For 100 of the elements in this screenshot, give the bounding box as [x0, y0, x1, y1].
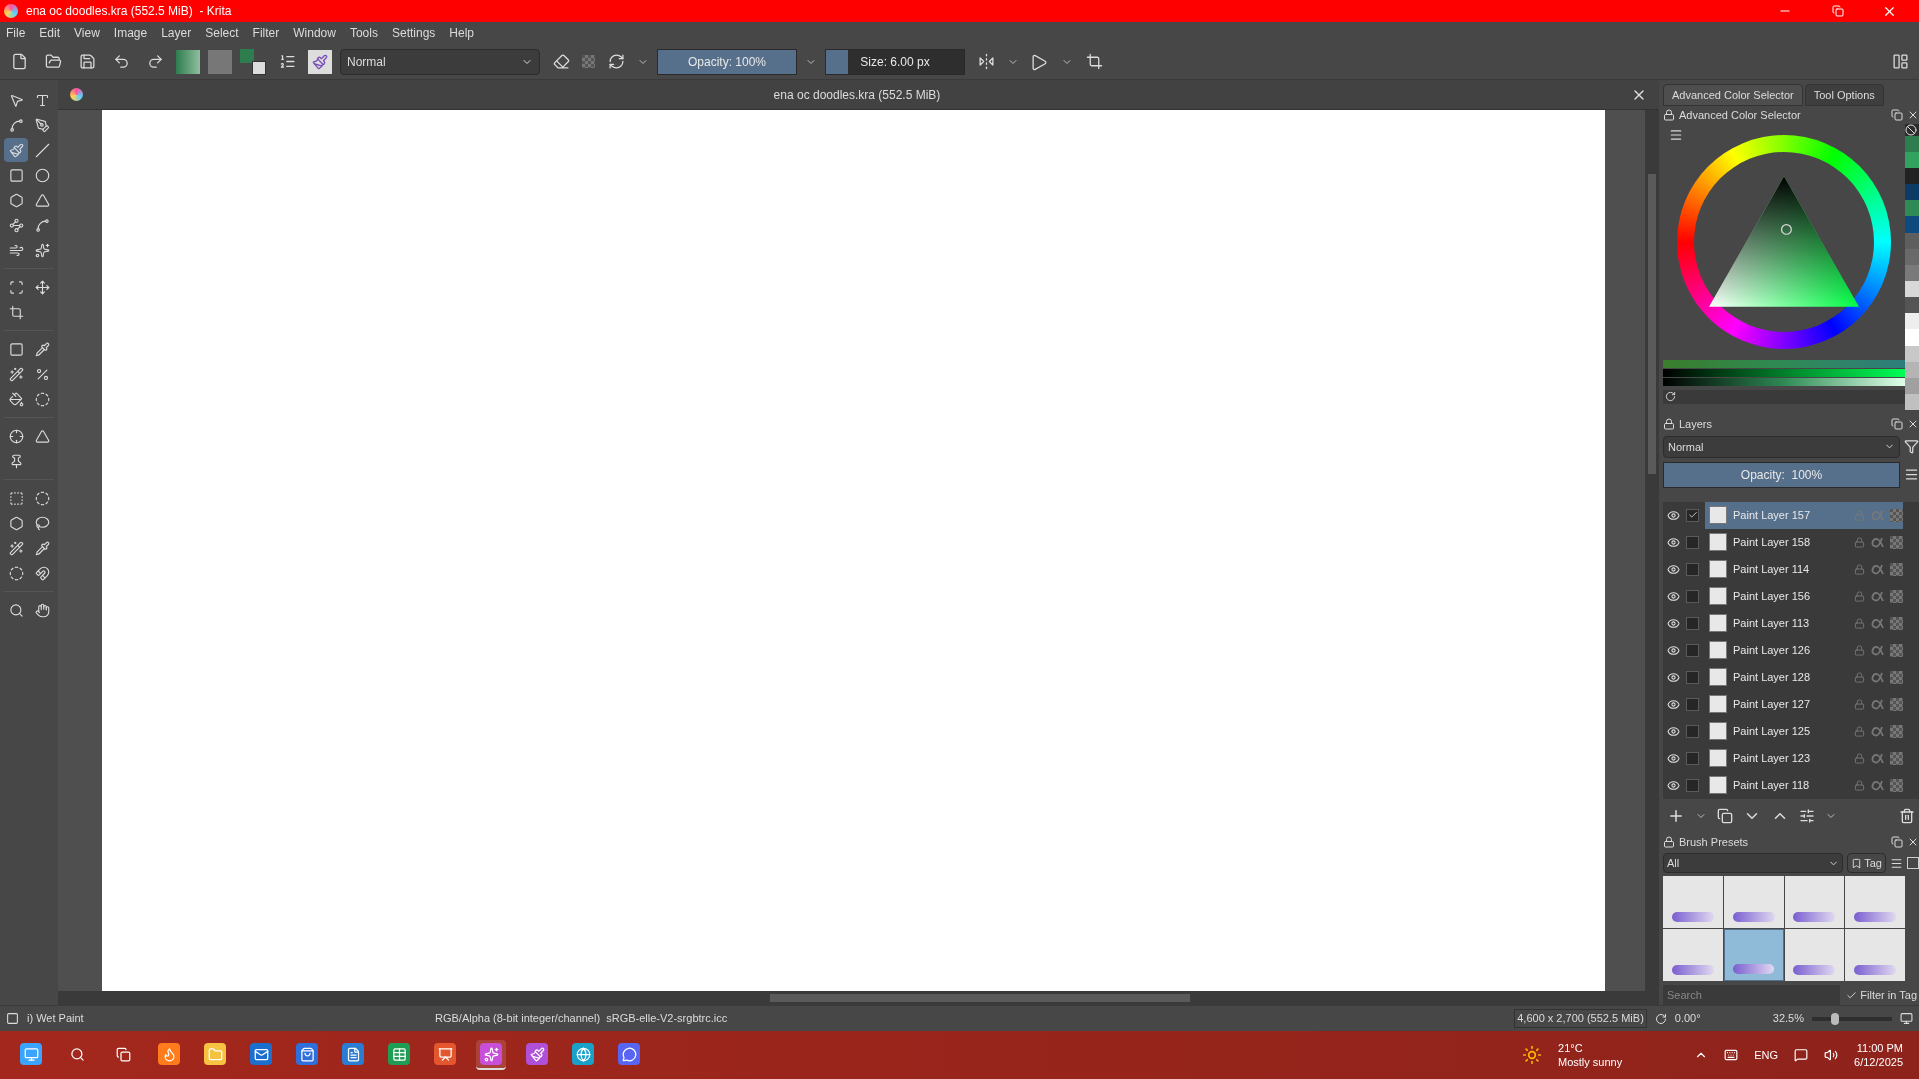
settings-icon[interactable]	[1669, 127, 1683, 142]
layer-checkbox[interactable]	[1686, 562, 1699, 576]
docker-tab[interactable]: Advanced Color Selector	[1663, 84, 1803, 106]
color-swatch[interactable]	[1905, 200, 1919, 217]
clock-date[interactable]: 6/12/2025	[1854, 1055, 1903, 1069]
color-swatch[interactable]	[1905, 216, 1919, 233]
checker-icon[interactable]	[1890, 724, 1903, 738]
filter-in-tag-checkbox[interactable]: Filter in Tag	[1846, 986, 1919, 1004]
brush-preset-thumbnail[interactable]	[1784, 876, 1845, 928]
menu-icon[interactable]	[1890, 856, 1903, 870]
checker-icon[interactable]	[1890, 562, 1903, 576]
lock-icon[interactable]	[1663, 108, 1675, 121]
language-text[interactable]: ENG	[1754, 1046, 1779, 1064]
alpha-lock-icon[interactable]	[1871, 617, 1884, 629]
eye-icon[interactable]	[1667, 562, 1680, 576]
checker-icon[interactable]	[1890, 751, 1903, 765]
opacity-slider[interactable]: Opacity: 100%	[1663, 461, 1900, 488]
eye-icon[interactable]	[1667, 508, 1680, 522]
menu-item[interactable]: Image	[113, 24, 148, 42]
brush-preset-thumbnail[interactable]	[1723, 876, 1784, 928]
alpha-lock-icon[interactable]	[1871, 698, 1884, 710]
gradient-swatch[interactable]	[176, 49, 200, 74]
layer-checkbox[interactable]	[1686, 724, 1699, 738]
color-swatch[interactable]	[1905, 313, 1919, 330]
layer-row[interactable]: Paint Layer 123	[1663, 744, 1919, 772]
search-field[interactable]: Search	[1663, 985, 1841, 1005]
eye-icon[interactable]	[1667, 643, 1680, 657]
layer-row[interactable]: Paint Layer 114	[1663, 555, 1919, 583]
eye-icon[interactable]	[1667, 670, 1680, 684]
clock-time[interactable]: 11:00 PM	[1856, 1041, 1903, 1055]
color-swatch[interactable]	[1905, 168, 1919, 185]
menu-item[interactable]: Filter	[252, 24, 280, 42]
menu-item[interactable]: Help	[449, 24, 474, 42]
layer-checkbox[interactable]	[1686, 697, 1699, 711]
brush-preset-thumbnail[interactable]	[1663, 929, 1723, 981]
layer-row[interactable]: Paint Layer 125	[1663, 717, 1919, 745]
alpha-lock-icon[interactable]	[1871, 563, 1884, 575]
brush-preset-thumbnail[interactable]	[1723, 929, 1784, 981]
layer-checkbox[interactable]	[1686, 670, 1699, 684]
menu-item[interactable]: Edit	[39, 24, 61, 42]
eye-icon[interactable]	[1667, 751, 1680, 765]
eye-icon[interactable]	[1667, 778, 1680, 792]
size-slider[interactable]: Size: 6.00 px	[825, 48, 965, 75]
view-icon[interactable]	[1907, 857, 1919, 870]
float-icon[interactable]	[1891, 108, 1903, 121]
color-swatch[interactable]	[1905, 394, 1919, 411]
brush-preset-thumbnail[interactable]	[1663, 876, 1723, 928]
layer-checkbox[interactable]	[1686, 589, 1699, 603]
eye-icon[interactable]	[1667, 697, 1680, 711]
layer-row[interactable]: Paint Layer 118	[1663, 771, 1919, 799]
tag-button[interactable]: Tag	[1847, 853, 1886, 874]
layer-checkbox[interactable]	[1686, 751, 1699, 765]
layer-checkbox[interactable]	[1686, 508, 1699, 522]
layer-checkbox[interactable]	[1686, 778, 1699, 792]
checker-icon[interactable]	[1890, 670, 1903, 684]
tag-dropdown[interactable]: All	[1663, 853, 1844, 874]
brush-preset-thumbnail[interactable]	[1845, 876, 1905, 928]
sparkle-icon[interactable]	[476, 1040, 506, 1070]
float-icon[interactable]	[1891, 418, 1903, 431]
brush-preset-thumbnail[interactable]	[1845, 929, 1905, 981]
layer-row[interactable]: Paint Layer 158	[1663, 528, 1919, 556]
menu-item[interactable]: File	[6, 24, 26, 42]
lock-icon[interactable]	[1663, 418, 1675, 431]
eye-icon[interactable]	[1667, 616, 1680, 630]
checker-icon[interactable]	[1890, 616, 1903, 630]
menu-item[interactable]: View	[74, 24, 100, 42]
brush-icon[interactable]	[4, 138, 28, 162]
pattern-swatch[interactable]	[208, 49, 232, 74]
message-icon[interactable]	[1794, 1048, 1809, 1062]
checker-icon[interactable]	[1890, 697, 1903, 711]
restore-icon[interactable]	[1832, 5, 1844, 17]
layer-row[interactable]: Paint Layer 128	[1663, 663, 1919, 691]
layer-row[interactable]: Paint Layer 127	[1663, 690, 1919, 718]
layer-checkbox[interactable]	[1686, 535, 1699, 549]
checker-icon[interactable]	[1890, 508, 1903, 522]
speaker-icon[interactable]	[1824, 1048, 1839, 1062]
eye-icon[interactable]	[1667, 589, 1680, 603]
opacity-slider[interactable]: Opacity: 100%	[657, 48, 797, 75]
docker-tab[interactable]: Tool Options	[1804, 84, 1884, 106]
screen-icon[interactable]	[1900, 1012, 1913, 1025]
layer-row[interactable]: Paint Layer 113	[1663, 609, 1919, 637]
float-icon[interactable]	[1891, 836, 1903, 849]
checker-icon[interactable]	[1890, 589, 1903, 603]
eye-icon[interactable]	[1667, 724, 1680, 738]
menu-icon[interactable]	[1904, 467, 1919, 483]
blend-mode-dropdown[interactable]: Normal	[1663, 435, 1900, 458]
properties-icon[interactable]	[1799, 807, 1815, 824]
menu-item[interactable]: Layer	[161, 24, 192, 42]
checker-icon[interactable]	[1890, 535, 1903, 549]
layer-checkbox[interactable]	[1686, 616, 1699, 630]
alpha-lock-icon[interactable]	[1871, 536, 1884, 548]
refresh-icon[interactable]	[1665, 391, 1676, 403]
eye-icon[interactable]	[1667, 535, 1680, 549]
document-tab[interactable]: ena oc doodles.kra (552.5 MiB)	[58, 80, 1659, 110]
color-swatch[interactable]	[1905, 184, 1919, 201]
menu-item[interactable]: Window	[293, 24, 336, 42]
blend-mode-dropdown[interactable]: Normal	[340, 48, 540, 75]
color-swatch[interactable]	[1905, 135, 1919, 152]
checker-icon[interactable]	[582, 55, 595, 68]
alpha-lock-icon[interactable]	[1871, 671, 1884, 683]
